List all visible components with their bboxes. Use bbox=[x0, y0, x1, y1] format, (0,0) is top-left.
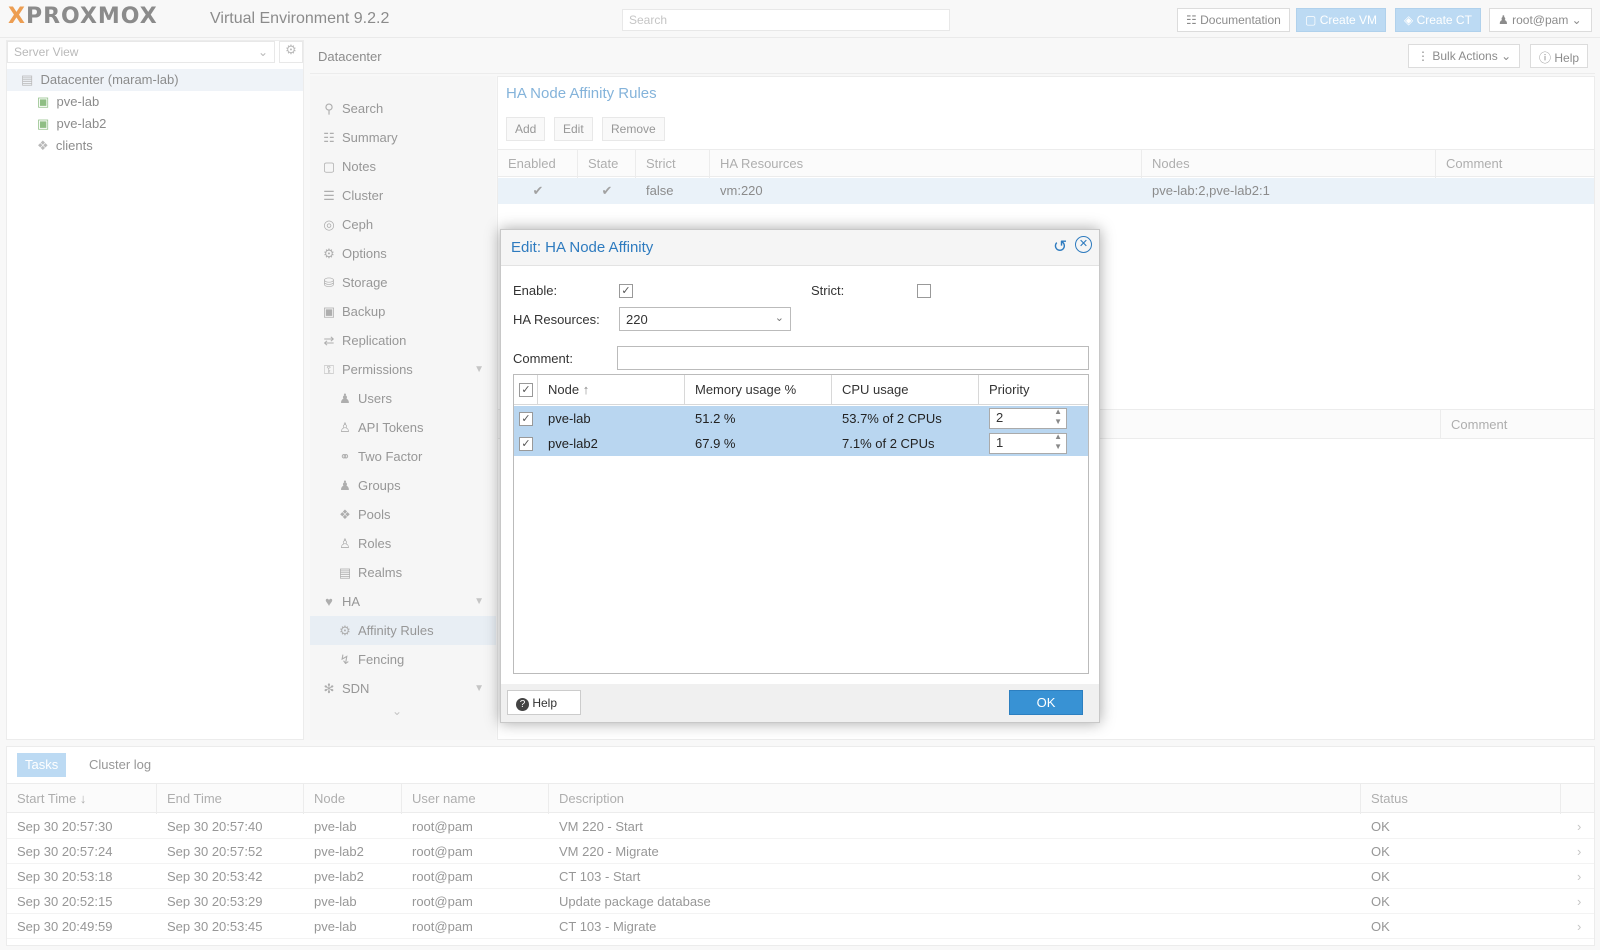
row-checkbox[interactable]: ✓ bbox=[519, 437, 533, 451]
dialog-help-button[interactable]: ? Help bbox=[507, 690, 581, 715]
cell-cpu: 7.1% of 2 CPUs bbox=[842, 436, 935, 451]
row-checkbox[interactable]: ✓ bbox=[519, 412, 533, 426]
node-priority-grid: ✓ Node ↑ Memory usage % CPU usage Priori… bbox=[513, 374, 1089, 674]
dialog-title-bar: Edit: HA Node Affinity ↺ ✕ bbox=[501, 230, 1099, 266]
col-label: Node bbox=[548, 382, 580, 397]
col-node[interactable]: Node ↑ bbox=[538, 375, 685, 405]
ha-resources-label: HA Resources: bbox=[513, 312, 600, 327]
col-priority[interactable]: Priority bbox=[979, 375, 1088, 405]
spinner-arrows-icon[interactable]: ▲ ▼ bbox=[1054, 407, 1062, 427]
table-row[interactable]: ✓ pve-lab2 67.9 % 7.1% of 2 CPUs 1 ▲ ▼ bbox=[514, 431, 1088, 456]
comment-field[interactable] bbox=[617, 346, 1089, 370]
priority-value: 1 bbox=[996, 435, 1004, 450]
reset-icon[interactable]: ↺ bbox=[1053, 237, 1067, 257]
comment-label: Comment: bbox=[513, 351, 573, 366]
table-row[interactable]: ✓ pve-lab 51.2 % 53.7% of 2 CPUs 2 ▲ ▼ bbox=[514, 406, 1088, 431]
select-all-checkbox[interactable]: ✓ bbox=[519, 383, 533, 397]
priority-stepper[interactable]: 1 ▲ ▼ bbox=[989, 432, 1067, 454]
question-icon: ? bbox=[516, 698, 529, 711]
close-icon[interactable]: ✕ bbox=[1075, 236, 1092, 253]
enable-label: Enable: bbox=[513, 283, 558, 298]
strict-label: Strict: bbox=[811, 283, 845, 298]
ha-resources-combo[interactable]: 220 ⌄ bbox=[619, 307, 791, 331]
ok-button[interactable]: OK bbox=[1009, 690, 1083, 715]
dialog-footer: ? Help OK bbox=[501, 684, 1099, 722]
cell-node: pve-lab bbox=[548, 411, 591, 426]
ha-resources-value: 220 bbox=[626, 312, 648, 327]
help-label: Help bbox=[532, 696, 558, 710]
chevron-down-icon[interactable]: ⌄ bbox=[775, 311, 784, 324]
cell-cpu: 53.7% of 2 CPUs bbox=[842, 411, 942, 426]
cell-memory: 51.2 % bbox=[695, 411, 736, 426]
strict-checkbox[interactable] bbox=[917, 284, 931, 298]
sort-up-icon: ↑ bbox=[582, 382, 590, 397]
cell-memory: 67.9 % bbox=[695, 436, 736, 451]
col-memory-usage[interactable]: Memory usage % bbox=[685, 375, 832, 405]
dialog-title: Edit: HA Node Affinity bbox=[511, 239, 654, 256]
enable-checkbox[interactable]: ✓ bbox=[619, 284, 633, 298]
select-all-header: ✓ bbox=[514, 375, 538, 405]
edit-ha-node-affinity-dialog: Edit: HA Node Affinity ↺ ✕ Enable: ✓ Str… bbox=[500, 229, 1100, 723]
cell-node: pve-lab2 bbox=[548, 436, 598, 451]
col-cpu-usage[interactable]: CPU usage bbox=[832, 375, 979, 405]
spinner-arrows-icon[interactable]: ▲ ▼ bbox=[1054, 432, 1062, 452]
priority-stepper[interactable]: 2 ▲ ▼ bbox=[989, 407, 1067, 429]
priority-value: 2 bbox=[996, 410, 1004, 425]
